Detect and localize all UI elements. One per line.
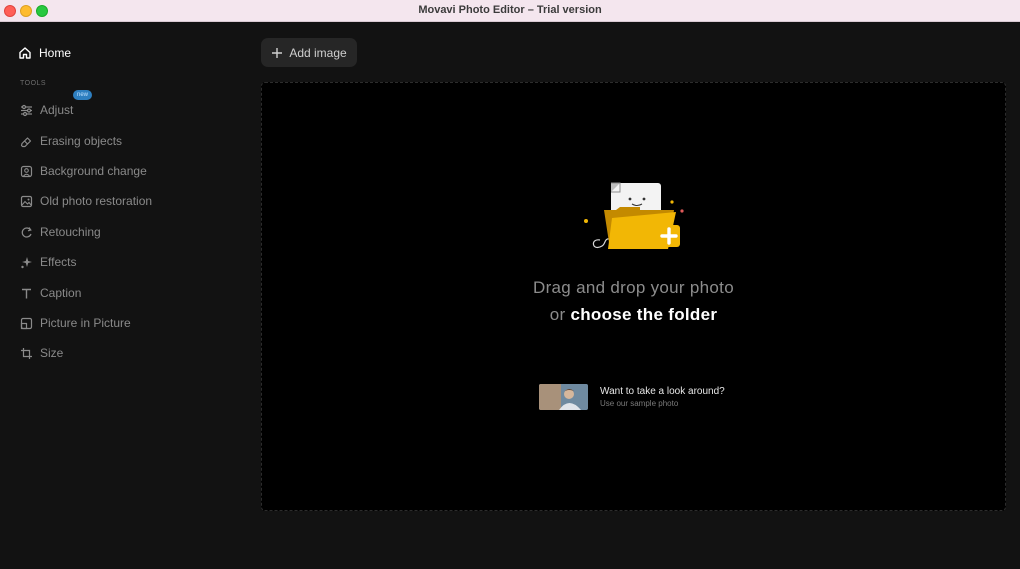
title-bar: Movavi Photo Editor – Trial version bbox=[0, 0, 1020, 22]
sidebar-item-caption[interactable]: Caption bbox=[20, 284, 81, 302]
sidebar-item-home[interactable]: Home bbox=[18, 44, 71, 62]
eraser-icon bbox=[20, 136, 32, 147]
sidebar-item-label: Effects bbox=[40, 255, 77, 269]
window-title: Movavi Photo Editor – Trial version bbox=[418, 4, 602, 16]
folder-illustration-icon bbox=[584, 182, 684, 249]
choose-folder-link[interactable]: choose the folder bbox=[570, 305, 717, 324]
crop-icon bbox=[21, 347, 32, 359]
add-image-button[interactable]: Add image bbox=[261, 38, 357, 67]
add-image-label: Add image bbox=[289, 45, 347, 60]
sidebar-item-label: Old photo restoration bbox=[40, 194, 153, 208]
app-window: Movavi Photo Editor – Trial version Home… bbox=[0, 0, 1020, 569]
sidebar-item-label: Picture in Picture bbox=[40, 316, 131, 330]
drop-zone[interactable]: Drag and drop your photo or choose the f… bbox=[261, 82, 1006, 511]
sample-text: Want to take a look around? Use our samp… bbox=[600, 386, 725, 408]
sample-title: Want to take a look around? bbox=[600, 386, 725, 397]
sidebar-item-background-change[interactable]: Background change bbox=[20, 162, 147, 180]
home-icon bbox=[19, 47, 31, 59]
sparkle-icon bbox=[21, 256, 32, 268]
sidebar-item-effects[interactable]: Effects bbox=[20, 253, 76, 271]
tools-section-label: TOOLS bbox=[20, 80, 47, 87]
portrait-icon bbox=[20, 165, 33, 177]
sidebar-item-label: Background change bbox=[40, 164, 147, 178]
retouch-icon bbox=[21, 226, 32, 238]
sidebar-item-erasing-objects[interactable]: Erasing objects bbox=[20, 132, 122, 150]
sample-photo-thumbnail bbox=[539, 384, 588, 410]
new-badge: new bbox=[73, 90, 93, 100]
sidebar-item-label: Size bbox=[40, 346, 64, 360]
sidebar-item-label: Caption bbox=[40, 286, 82, 300]
sidebar-item-label: Home bbox=[39, 46, 72, 60]
or-text: or bbox=[549, 305, 566, 324]
sidebar-item-label: Erasing objects bbox=[40, 134, 123, 148]
pip-icon bbox=[20, 317, 33, 329]
sample-subtitle: Use our sample photo bbox=[600, 399, 679, 408]
sidebar-item-picture-in-picture[interactable]: Picture in Picture bbox=[20, 314, 131, 332]
sidebar-item-retouching[interactable]: Retouching bbox=[20, 223, 101, 241]
sample-photo-link[interactable]: Want to take a look around? Use our samp… bbox=[539, 383, 725, 411]
sidebar-item-old-photo-restoration[interactable]: Old photo restoration bbox=[20, 192, 152, 210]
sidebar-item-label: Adjust bbox=[40, 103, 74, 117]
drag-drop-text: Drag and drop your photo bbox=[533, 278, 734, 297]
plus-icon bbox=[272, 47, 283, 58]
choose-folder-line: or choose the folder bbox=[262, 305, 1005, 325]
sliders-icon bbox=[21, 104, 32, 116]
sidebar: Home TOOLS new Adjust Erasing objects Ba… bbox=[0, 22, 240, 569]
sidebar-item-label: Retouching bbox=[40, 225, 101, 239]
sidebar-item-size[interactable]: Size bbox=[20, 344, 63, 362]
photo-icon bbox=[20, 195, 33, 207]
sidebar-item-adjust[interactable]: Adjust bbox=[20, 101, 73, 119]
text-icon bbox=[22, 288, 31, 298]
